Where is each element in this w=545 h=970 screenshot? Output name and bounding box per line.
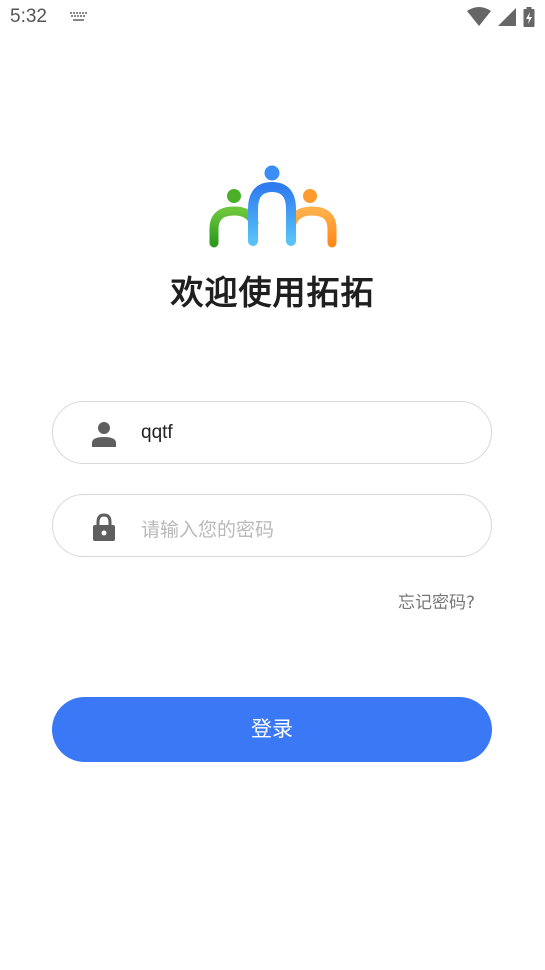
people-logo-icon: [209, 165, 337, 248]
login-button[interactable]: 登录: [52, 697, 492, 762]
cellular-icon: [498, 8, 516, 26]
status-bar: 5:32: [0, 0, 545, 36]
welcome-title: 欢迎使用拓拓: [170, 273, 375, 312]
battery-charging-icon: [523, 7, 535, 27]
lock-icon: [93, 513, 115, 541]
username-input[interactable]: qqtf: [141, 422, 173, 444]
password-field[interactable]: 请输入您的密码: [52, 494, 492, 557]
password-input[interactable]: 请输入您的密码: [141, 515, 274, 542]
wifi-icon: [467, 7, 491, 26]
status-time: 5:32: [10, 6, 47, 27]
keyboard-icon: [70, 12, 87, 21]
system-icons: [467, 7, 535, 27]
username-field[interactable]: qqtf: [52, 401, 492, 464]
person-icon: [92, 422, 116, 447]
forgot-password-link[interactable]: 忘记密码?: [398, 588, 475, 613]
